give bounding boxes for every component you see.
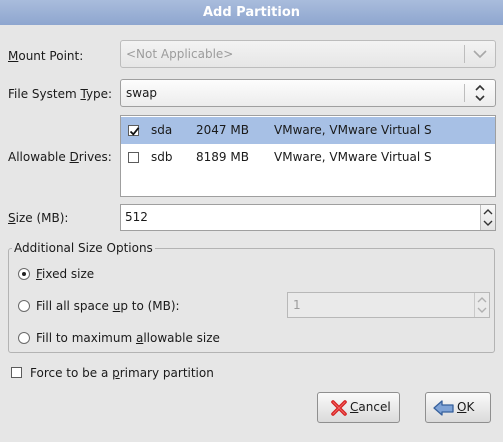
fill-upto-value: 1 [293,298,301,312]
fs-type-value: swap [126,86,158,100]
size-value: 512 [125,210,148,224]
ok-button[interactable]: OK [425,392,491,423]
fill-upto-stepper[interactable] [474,293,489,317]
additional-size-title: Additional Size Options [12,241,155,255]
fill-upto-label[interactable]: Fill all space up to (MB): [36,299,180,313]
drive-name: sda [151,123,173,137]
mount-point-label: Mount Point: [8,49,84,63]
fixed-size-radio[interactable] [18,268,30,280]
mount-point-value: <Not Applicable> [126,47,234,61]
fs-type-label: File System Type: [8,87,113,101]
drive-checkbox-sdb[interactable] [128,152,139,163]
fill-upto-spinbox[interactable]: 1 [287,292,490,318]
drive-checkbox-sda[interactable] [128,125,140,136]
stepper-arrows-icon [483,209,493,226]
drives-label: Allowable Drives: [8,150,112,164]
fill-max-radio[interactable] [18,332,30,344]
drive-size: 2047 MB [196,123,249,137]
chevron-down-icon [465,41,495,67]
red-x-icon [330,399,348,420]
fs-type-combo[interactable]: swap [120,79,496,107]
size-stepper[interactable] [480,205,495,230]
drive-name: sdb [151,150,173,164]
fixed-size-label[interactable]: Fixed size [36,267,94,281]
check-icon [129,127,140,136]
drive-model: VMware, VMware Virtual S [274,150,432,164]
drive-row-sda[interactable]: sda 2047 MB VMware, VMware Virtual S [121,117,495,144]
drive-model: VMware, VMware Virtual S [274,123,432,137]
force-primary-label[interactable]: Force to be a primary partition [30,366,214,380]
chevron-updown-icon [465,80,495,106]
fill-upto-radio[interactable] [18,300,30,312]
cancel-label: Cancel [350,400,391,414]
fill-max-label[interactable]: Fill to maximum allowable size [36,331,220,345]
cancel-button[interactable]: Cancel [317,392,400,423]
back-arrow-icon [432,399,456,420]
ok-label: OK [457,400,475,414]
drives-list[interactable]: sda 2047 MB VMware, VMware Virtual S sdb… [120,115,496,197]
size-spinbox[interactable]: 512 [120,204,496,231]
drive-row-sdb[interactable]: sdb 8189 MB VMware, VMware Virtual S [121,144,495,171]
drive-size: 8189 MB [196,150,249,164]
mount-point-combo[interactable]: <Not Applicable> [120,40,496,68]
force-primary-checkbox[interactable] [11,367,22,378]
size-label: Size (MB): [8,211,69,225]
stepper-arrows-icon [477,297,487,313]
window-title: Add Partition [0,0,503,25]
